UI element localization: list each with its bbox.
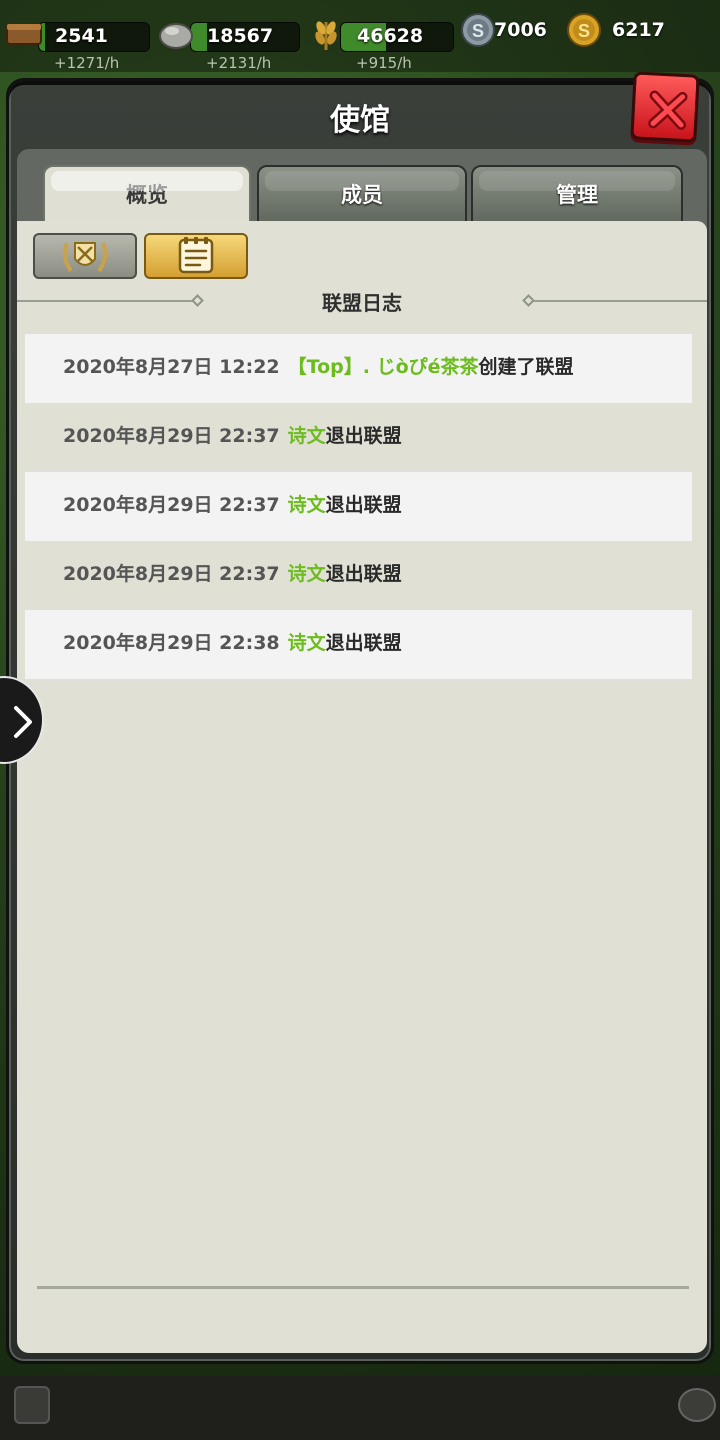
bottom-bar: [0, 1376, 720, 1440]
resource-bar: 2541 +1271/h 18567 +2131/h 46628 +915/h …: [0, 0, 720, 72]
chat-icon[interactable]: [678, 1388, 716, 1422]
content-panel: 联盟日志 2020年8月27日 12:22 【Top】. じòぴé茶茶创建了联盟 2…: [17, 221, 707, 1353]
alliance-badge-button[interactable]: [33, 233, 137, 279]
svg-text:S: S: [578, 21, 590, 41]
log-player-name[interactable]: 诗文: [288, 425, 326, 447]
tab-shine: [51, 171, 243, 191]
gold-resource[interactable]: S 6217: [566, 12, 676, 52]
wood-bar: 2541: [38, 22, 150, 52]
log-player-name[interactable]: 【Top】. じòぴé茶茶: [288, 356, 479, 378]
alliance-log-button[interactable]: [144, 233, 248, 279]
wheat-icon: [315, 21, 337, 50]
log-row: 2020年8月29日 22:38 诗文退出联盟: [25, 610, 692, 679]
divider-right: [533, 300, 707, 302]
log-player-name[interactable]: 诗文: [288, 494, 326, 516]
log-date: 2020年8月29日 22:38: [63, 632, 280, 654]
log-player-name[interactable]: 诗文: [288, 563, 326, 585]
gold-value: 6217: [612, 19, 665, 41]
silver-coin-icon: S: [461, 13, 495, 47]
log-list: 2020年8月27日 12:22 【Top】. じòぴé茶茶创建了联盟 2020年8…: [25, 334, 692, 679]
close-button[interactable]: [630, 71, 700, 143]
wood-rate: +1271/h: [54, 54, 120, 72]
log-action: 退出联盟: [325, 563, 402, 585]
log-date: 2020年8月29日 22:37: [63, 425, 280, 447]
tab-manage[interactable]: 管理: [471, 165, 683, 225]
gold-coin-icon: S: [567, 13, 601, 47]
close-icon: [648, 90, 688, 130]
food-bar: 46628: [340, 22, 454, 52]
log-row: 2020年8月29日 22:37 诗文退出联盟: [25, 472, 692, 541]
stone-value: 18567: [207, 25, 274, 47]
log-action: 创建了联盟: [478, 356, 574, 378]
wood-value: 2541: [55, 25, 108, 47]
tab-shine: [479, 171, 675, 191]
silver-resource[interactable]: S 7006: [460, 12, 560, 52]
stone-icon: [159, 23, 193, 49]
log-date: 2020年8月27日 12:22: [63, 356, 280, 378]
log-action: 退出联盟: [325, 494, 402, 516]
log-action: 退出联盟: [325, 425, 402, 447]
wood-icon: [6, 23, 42, 45]
dialog-title: 使馆: [330, 103, 390, 138]
wood-resource[interactable]: 2541 +1271/h: [4, 8, 154, 72]
embassy-dialog: 使馆 概览 成员 管理 联盟日志 2020年8月27日 12:22 【Top】.…: [6, 71, 714, 1364]
log-player-name[interactable]: 诗文: [288, 632, 326, 654]
tab-members[interactable]: 成员: [257, 165, 467, 225]
log-action: 退出联盟: [325, 632, 402, 654]
food-value: 46628: [357, 25, 424, 47]
tab-shine: [265, 171, 459, 191]
food-rate: +915/h: [356, 54, 412, 72]
chevron-right-icon: [14, 706, 32, 738]
food-resource[interactable]: 46628 +915/h: [306, 8, 456, 72]
stone-resource[interactable]: 18567 +2131/h: [156, 8, 306, 72]
bottom-divider: [37, 1286, 689, 1289]
log-row: 2020年8月29日 22:37 诗文退出联盟: [25, 541, 692, 610]
log-date: 2020年8月29日 22:37: [63, 563, 280, 585]
svg-text:S: S: [472, 21, 484, 41]
stone-rate: +2131/h: [206, 54, 272, 72]
stone-bar: 18567: [190, 22, 300, 52]
alliance-shield-icon[interactable]: [14, 1386, 50, 1424]
notepad-icon: [178, 237, 214, 274]
alliance-emblem-icon: [62, 242, 108, 273]
silver-value: 7006: [494, 19, 547, 41]
log-row: 2020年8月29日 22:37 诗文退出联盟: [25, 403, 692, 472]
tab-overview[interactable]: 概览: [43, 165, 251, 227]
log-row: 2020年8月27日 12:22 【Top】. じòぴé茶茶创建了联盟: [25, 334, 692, 403]
log-date: 2020年8月29日 22:37: [63, 494, 280, 516]
